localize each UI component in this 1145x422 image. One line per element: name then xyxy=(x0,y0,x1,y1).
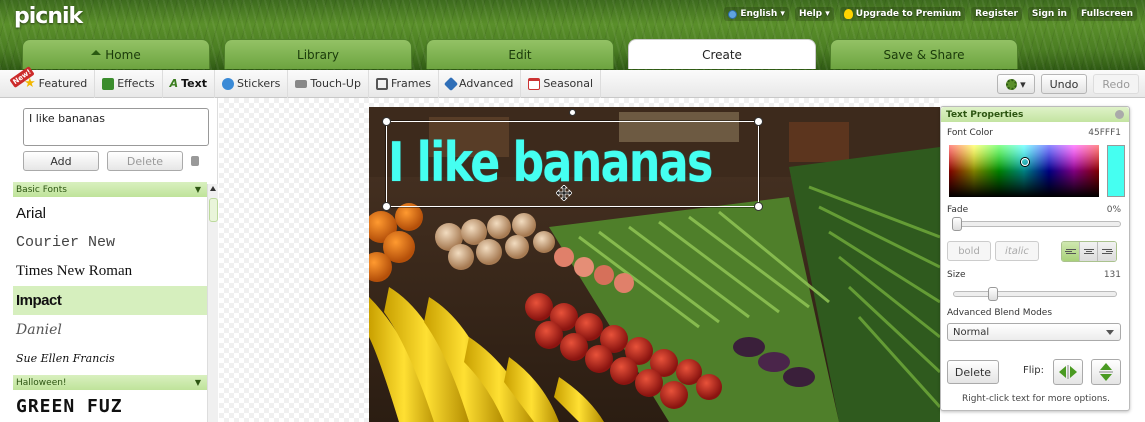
bold-button[interactable]: bold xyxy=(947,241,991,261)
touchup-icon xyxy=(295,79,308,88)
effects-icon xyxy=(102,77,115,90)
redo-button[interactable]: Redo xyxy=(1093,74,1139,94)
resize-handle-bottom-left[interactable] xyxy=(382,202,391,211)
text-entry-input[interactable] xyxy=(23,108,209,146)
advanced-icon xyxy=(443,76,459,91)
tool-effects[interactable]: Effects xyxy=(95,69,163,98)
home-icon xyxy=(91,50,102,55)
italic-button[interactable]: italic xyxy=(995,241,1039,261)
tool-text[interactable]: A Text xyxy=(163,69,215,98)
tool-advanced[interactable]: Advanced xyxy=(439,69,522,98)
app-window: picnik English ▾ Help ▾ Upgrade to Premi… xyxy=(0,0,1145,422)
main-tabs: Home Library Edit Create Save & Share xyxy=(22,39,1018,69)
picnik-logo[interactable]: picnik xyxy=(14,4,83,29)
help-menu[interactable]: Help ▾ xyxy=(794,7,834,21)
top-navigation: English ▾ Help ▾ Upgrade to Premium Regi… xyxy=(724,7,1137,21)
text-properties-header: Text Properties xyxy=(941,107,1129,122)
globe-icon xyxy=(728,9,738,19)
align-center-button[interactable] xyxy=(1080,242,1098,261)
scroll-up-arrow-icon[interactable] xyxy=(210,186,216,191)
tab-create[interactable]: Create xyxy=(628,39,816,69)
size-label: Size xyxy=(947,270,966,280)
color-picker-marker[interactable] xyxy=(1021,158,1029,166)
size-slider-thumb[interactable] xyxy=(988,287,998,301)
scrollbar-thumb[interactable] xyxy=(209,198,218,222)
delete-text-button[interactable]: Delete xyxy=(107,151,183,171)
language-menu[interactable]: English ▾ xyxy=(724,7,789,21)
collapse-arrow-icon: ▼ xyxy=(194,185,201,194)
text-properties-panel: Text Properties Font Color 45FFF1 Fade 0… xyxy=(940,106,1130,411)
stickers-icon xyxy=(221,77,234,90)
font-item-courier-new[interactable]: Courier New xyxy=(13,228,207,257)
font-item-arial[interactable]: Arial xyxy=(13,199,207,228)
text-selection-box[interactable] xyxy=(382,109,763,211)
align-left-button[interactable] xyxy=(1062,242,1080,261)
resize-handle-top-right[interactable] xyxy=(754,117,763,126)
text-tool-panel: Add Delete Basic Fonts▼ Arial Courier Ne… xyxy=(13,98,218,422)
flip-horizontal-button[interactable] xyxy=(1053,359,1083,385)
resize-handle-top-left[interactable] xyxy=(382,117,391,126)
resize-handle-bottom-right[interactable] xyxy=(754,202,763,211)
font-color-label: Font Color xyxy=(947,128,993,138)
current-color-swatch xyxy=(1107,145,1125,197)
tool-stickers[interactable]: Stickers xyxy=(215,69,289,98)
fullscreen-link[interactable]: Fullscreen xyxy=(1076,7,1137,21)
flip-vertical-button[interactable] xyxy=(1091,359,1121,385)
tab-home[interactable]: Home xyxy=(22,39,210,69)
move-cursor-icon xyxy=(556,185,572,201)
font-item-daniel[interactable]: Daniel xyxy=(13,315,207,344)
delete-text-object-button[interactable]: Delete xyxy=(947,360,999,384)
advanced-blend-modes-label: Advanced Blend Modes xyxy=(947,308,1053,318)
add-text-button[interactable]: Add xyxy=(23,151,99,171)
flip-horizontal-icon xyxy=(1059,365,1077,379)
font-item-impact[interactable]: Impact xyxy=(13,286,207,315)
flip-label: Flip: xyxy=(1023,365,1045,376)
font-color-value: 45FFF1 xyxy=(1088,128,1121,138)
create-toolbar: ★ Featured Effects A Text Stickers Touch-U… xyxy=(0,69,1145,98)
pin-icon[interactable] xyxy=(1115,110,1124,119)
collapse-arrow-icon: ▼ xyxy=(194,378,201,387)
tool-touchup[interactable]: Touch-Up xyxy=(288,69,369,98)
lock-icon[interactable] xyxy=(191,156,199,166)
fade-slider-thumb[interactable] xyxy=(952,217,962,231)
lightbulb-icon xyxy=(843,9,853,19)
upgrade-link[interactable]: Upgrade to Premium xyxy=(839,7,966,21)
register-link[interactable]: Register xyxy=(971,7,1022,21)
fade-slider[interactable] xyxy=(952,217,1121,231)
right-click-hint: Right-click text for more options. xyxy=(962,394,1110,404)
text-action-buttons: Add Delete xyxy=(23,151,199,171)
tool-seasonal[interactable]: Seasonal xyxy=(521,69,602,98)
font-item-times-new-roman[interactable]: Times New Roman xyxy=(13,257,207,286)
calendar-icon xyxy=(528,77,541,90)
chevron-down-icon xyxy=(1106,329,1114,335)
align-right-button[interactable] xyxy=(1098,242,1116,261)
tab-library[interactable]: Library xyxy=(224,39,412,69)
blend-mode-select[interactable]: Normal xyxy=(947,323,1121,341)
tab-save-share[interactable]: Save & Share xyxy=(830,39,1018,69)
font-item-sue-ellen-francis[interactable]: Sue Ellen Francis xyxy=(13,344,207,373)
size-slider[interactable] xyxy=(953,287,1117,301)
font-item-green-fuz[interactable]: GREEN FUZ xyxy=(13,392,207,421)
basic-fonts-header[interactable]: Basic Fonts ▼ xyxy=(13,182,207,197)
fade-label: Fade xyxy=(947,205,969,215)
halloween-fonts-header[interactable]: Halloween! ▼ xyxy=(13,375,207,390)
fade-value: 0% xyxy=(1106,205,1121,215)
gear-icon xyxy=(1006,78,1018,90)
frames-icon xyxy=(375,77,388,90)
settings-button[interactable]: ▾ xyxy=(997,74,1035,94)
size-value: 131 xyxy=(1103,270,1121,280)
font-list-scrollbar[interactable] xyxy=(207,184,218,422)
flip-vertical-icon xyxy=(1099,363,1113,381)
text-icon: A xyxy=(169,77,179,90)
header-bar: picnik English ▾ Help ▾ Upgrade to Premi… xyxy=(0,0,1145,70)
tool-frames[interactable]: Frames xyxy=(369,69,439,98)
signin-link[interactable]: Sign in xyxy=(1027,7,1071,21)
rotate-handle[interactable] xyxy=(569,109,576,116)
undo-button[interactable]: Undo xyxy=(1040,74,1088,94)
history-controls: ▾ Undo Redo xyxy=(997,74,1139,94)
text-align-group xyxy=(1061,241,1117,262)
tab-edit[interactable]: Edit xyxy=(426,39,614,69)
